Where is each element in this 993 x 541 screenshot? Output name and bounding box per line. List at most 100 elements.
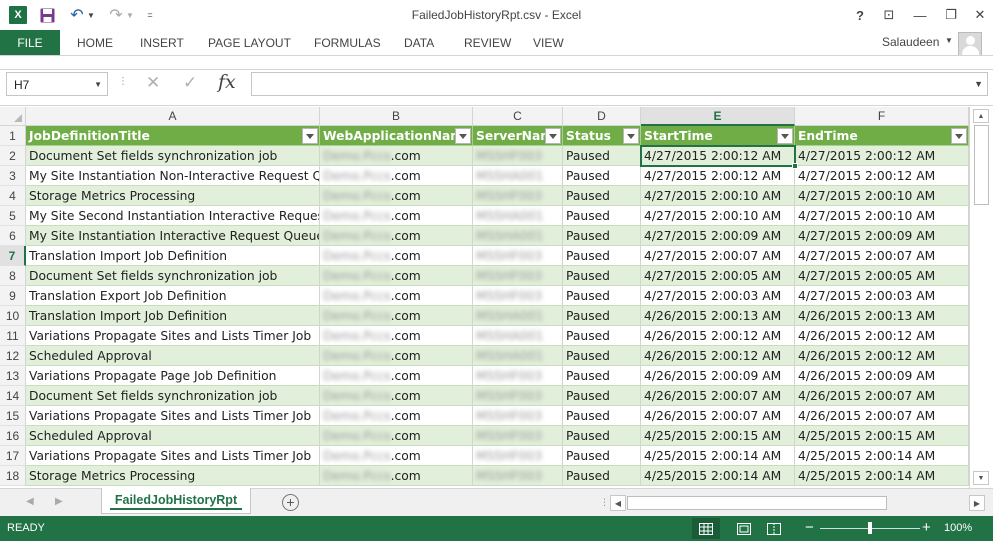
filter-dropdown-icon[interactable] [623, 128, 639, 144]
filter-dropdown-icon[interactable] [545, 128, 561, 144]
redo-dropdown-icon[interactable]: ▼ [126, 6, 134, 24]
table-cell[interactable]: MSSHF003 [473, 286, 563, 306]
table-cell[interactable]: MSSHF003 [473, 366, 563, 386]
table-cell[interactable]: 4/27/2015 2:00:10 AM [795, 206, 969, 226]
table-cell[interactable]: Paused [563, 426, 641, 446]
table-header-cell[interactable]: WebApplicationName [320, 126, 473, 146]
tab-data[interactable]: DATA [404, 30, 434, 55]
table-cell[interactable]: Demo.Pccs.com [320, 346, 473, 366]
zoom-out-button[interactable]: − [805, 519, 814, 536]
table-cell[interactable]: Document Set fields synchronization job [26, 266, 320, 286]
table-cell[interactable]: Storage Metrics Processing [26, 466, 320, 486]
row-header-18[interactable]: 18 [0, 466, 26, 486]
table-cell[interactable]: MSSHF003 [473, 266, 563, 286]
table-cell[interactable]: MSSHF003 [473, 246, 563, 266]
table-cell[interactable]: Demo.Pccs.com [320, 146, 473, 166]
table-cell[interactable]: Demo.Pccs.com [320, 386, 473, 406]
table-cell[interactable]: 4/26/2015 2:00:07 AM [795, 406, 969, 426]
table-cell[interactable]: 4/27/2015 2:00:05 AM [795, 266, 969, 286]
table-cell[interactable]: Document Set fields synchronization job [26, 146, 320, 166]
table-cell[interactable]: Storage Metrics Processing [26, 186, 320, 206]
scroll-left-icon[interactable]: ◀ [610, 495, 626, 511]
page-break-view-button[interactable] [760, 518, 788, 539]
minimize-icon[interactable]: — [906, 4, 934, 26]
row-header-14[interactable]: 14 [0, 386, 26, 406]
redo-icon[interactable]: ↷ [107, 6, 125, 24]
table-cell[interactable]: Paused [563, 306, 641, 326]
tab-review[interactable]: REVIEW [464, 30, 511, 55]
table-cell[interactable]: MSSHF003 [473, 466, 563, 486]
table-cell[interactable]: Paused [563, 406, 641, 426]
expand-formula-bar-icon[interactable]: ▼ [974, 79, 983, 89]
table-cell[interactable]: Translation Export Job Definition [26, 286, 320, 306]
table-cell[interactable]: 4/26/2015 2:00:13 AM [795, 306, 969, 326]
row-header-16[interactable]: 16 [0, 426, 26, 446]
table-cell[interactable]: Paused [563, 286, 641, 306]
table-cell[interactable]: MSSHF003 [473, 406, 563, 426]
close-icon[interactable]: ✕ [966, 4, 993, 26]
table-cell[interactable]: MSSHA001 [473, 166, 563, 186]
table-cell[interactable]: Paused [563, 366, 641, 386]
formula-bar-grip[interactable]: ⋮ [118, 76, 128, 87]
column-header-a[interactable]: A [26, 107, 320, 126]
row-header-11[interactable]: 11 [0, 326, 26, 346]
table-cell[interactable]: 4/27/2015 2:00:12 AM [641, 146, 795, 166]
scroll-down-icon[interactable]: ▼ [973, 471, 989, 485]
filter-dropdown-icon[interactable] [951, 128, 967, 144]
tab-formulas[interactable]: FORMULAS [314, 30, 381, 55]
row-header-10[interactable]: 10 [0, 306, 26, 326]
table-cell[interactable]: Paused [563, 446, 641, 466]
cancel-entry-icon[interactable]: ✕ [146, 73, 160, 93]
table-cell[interactable]: Paused [563, 226, 641, 246]
table-cell[interactable]: Translation Import Job Definition [26, 306, 320, 326]
table-cell[interactable]: Demo.Pccs.com [320, 466, 473, 486]
table-cell[interactable]: 4/27/2015 2:00:10 AM [795, 186, 969, 206]
table-cell[interactable]: My Site Instantiation Non-Interactive Re… [26, 166, 320, 186]
table-cell[interactable]: Demo.Pccs.com [320, 306, 473, 326]
row-header-13[interactable]: 13 [0, 366, 26, 386]
table-cell[interactable]: Demo.Pccs.com [320, 326, 473, 346]
previous-sheet-icon[interactable]: ◀ [26, 496, 34, 507]
page-layout-view-button[interactable] [730, 518, 758, 539]
select-all-button[interactable] [0, 107, 26, 126]
horizontal-scrollbar[interactable]: ◀ ▶ [610, 495, 985, 511]
table-cell[interactable]: 4/26/2015 2:00:07 AM [641, 386, 795, 406]
table-cell[interactable]: MSSHA001 [473, 346, 563, 366]
row-header-6[interactable]: 6 [0, 226, 26, 246]
filter-dropdown-icon[interactable] [777, 128, 793, 144]
table-cell[interactable]: Paused [563, 146, 641, 166]
vertical-scroll-thumb[interactable] [974, 125, 989, 205]
table-cell[interactable]: Variations Propagate Sites and Lists Tim… [26, 406, 320, 426]
table-header-cell[interactable]: StartTime [641, 126, 795, 146]
table-cell[interactable]: 4/26/2015 2:00:07 AM [795, 386, 969, 406]
table-cell[interactable]: Demo.Pccs.com [320, 166, 473, 186]
table-cell[interactable]: 4/27/2015 2:00:12 AM [641, 166, 795, 186]
table-cell[interactable]: Paused [563, 346, 641, 366]
table-cell[interactable]: Translation Import Job Definition [26, 246, 320, 266]
table-cell[interactable]: 4/25/2015 2:00:15 AM [641, 426, 795, 446]
table-cell[interactable]: 4/27/2015 2:00:07 AM [641, 246, 795, 266]
table-cell[interactable]: MSSHA001 [473, 206, 563, 226]
row-header-4[interactable]: 4 [0, 186, 26, 206]
tab-insert[interactable]: INSERT [140, 30, 184, 55]
column-header-e[interactable]: E [641, 107, 795, 126]
column-header-c[interactable]: C [473, 107, 563, 126]
help-icon[interactable]: ? [846, 4, 874, 26]
customize-qat-icon[interactable]: = [145, 6, 155, 24]
avatar[interactable] [958, 32, 982, 56]
zoom-in-button[interactable]: + [922, 519, 931, 536]
table-cell[interactable]: 4/26/2015 2:00:13 AM [641, 306, 795, 326]
table-cell[interactable]: Variations Propagate Sites and Lists Tim… [26, 446, 320, 466]
worksheet-grid[interactable]: ABCDEF 1 JobDefinitionTitle WebApplication… [0, 107, 969, 488]
table-cell[interactable]: Scheduled Approval [26, 426, 320, 446]
vertical-scrollbar[interactable]: ▲ ▼ [969, 107, 993, 488]
table-cell[interactable]: 4/27/2015 2:00:10 AM [641, 186, 795, 206]
table-cell[interactable]: 4/27/2015 2:00:10 AM [641, 206, 795, 226]
table-cell[interactable]: MSSHF003 [473, 386, 563, 406]
name-box[interactable]: H7 ▼ [6, 72, 108, 96]
table-cell[interactable]: Demo.Pccs.com [320, 226, 473, 246]
tab-file[interactable]: FILE [0, 30, 60, 55]
row-header-15[interactable]: 15 [0, 406, 26, 426]
normal-view-button[interactable] [692, 518, 720, 539]
formula-input[interactable]: ▼ [251, 72, 988, 96]
